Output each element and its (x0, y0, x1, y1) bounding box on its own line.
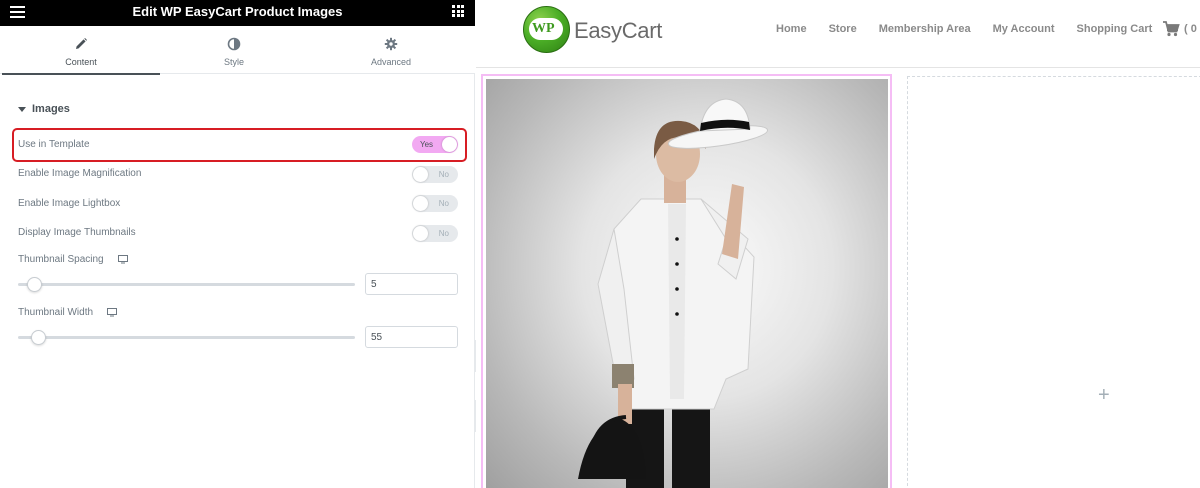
thumbnail-width-input[interactable] (365, 326, 458, 348)
cart-icon[interactable] (1162, 20, 1180, 38)
use-in-template-label: Use in Template (18, 139, 90, 150)
app: Edit WP EasyCart Product Images Content … (0, 0, 1200, 488)
nav-shopping-cart[interactable]: Shopping Cart (1077, 23, 1153, 35)
nav-store[interactable]: Store (829, 23, 857, 35)
pencil-icon (76, 38, 87, 49)
thumbnail-spacing-input[interactable] (365, 273, 458, 295)
thumbnails-toggle[interactable]: No (412, 225, 458, 242)
gear-icon (384, 37, 398, 51)
thumbnail-width-label: Thumbnail Width (18, 307, 94, 318)
thumbnail-spacing-handle[interactable] (27, 277, 42, 292)
thumbnails-label: Display Image Thumbnails (18, 227, 136, 238)
menu-icon[interactable] (10, 5, 26, 19)
logo-text: EasyCart (574, 18, 663, 43)
magnification-toggle[interactable]: No (412, 166, 458, 183)
panel-tabs: Content Style Advanced (0, 26, 475, 75)
site-logo[interactable]: WP EasyCart (523, 6, 663, 56)
tab-style[interactable]: Style (155, 26, 313, 74)
toggle-text: No (438, 199, 449, 208)
editor-panel: Edit WP EasyCart Product Images Content … (0, 0, 475, 488)
plus-icon[interactable]: + (1098, 385, 1110, 405)
empty-column: + (907, 76, 1200, 488)
widgets-grid-icon[interactable] (452, 5, 464, 17)
product-image-widget[interactable] (481, 74, 892, 488)
caret-down-icon (18, 106, 26, 112)
toggle-knob (413, 196, 428, 211)
tab-content[interactable]: Content (2, 26, 160, 75)
magnification-label: Enable Image Magnification (18, 168, 142, 179)
thumbnail-spacing-slider[interactable] (18, 283, 355, 286)
toggle-knob (413, 226, 428, 241)
lightbox-label: Enable Image Lightbox (18, 198, 121, 209)
desktop-icon[interactable] (107, 308, 117, 317)
panel-header: Edit WP EasyCart Product Images (0, 0, 475, 26)
nav-home[interactable]: Home (776, 23, 807, 35)
cart-count[interactable]: ( 0 (1184, 23, 1197, 35)
toggle-knob (413, 167, 428, 182)
contrast-icon (227, 37, 241, 51)
thumbnail-width-slider[interactable] (18, 336, 355, 339)
product-photo (486, 79, 888, 488)
desktop-icon[interactable] (118, 255, 128, 264)
thumbnail-spacing-label: Thumbnail Spacing (18, 254, 104, 265)
toggle-text: No (438, 170, 449, 179)
site-preview: WP EasyCart Home Store Membership Area M… (476, 0, 1200, 488)
logo-mark: WP (532, 21, 555, 36)
tab-label: Style (223, 57, 244, 67)
site-header: WP EasyCart Home Store Membership Area M… (476, 0, 1200, 68)
tab-label: Advanced (370, 57, 412, 67)
section-title: Images (32, 103, 70, 115)
model-figure (578, 98, 769, 488)
main-nav: Home Store Membership Area My Account Sh… (776, 23, 1174, 35)
thumbnail-width-handle[interactable] (31, 330, 46, 345)
toggle-text: Yes (420, 140, 434, 149)
tab-advanced[interactable]: Advanced (312, 26, 470, 74)
panel-title: Edit WP EasyCart Product Images (132, 4, 343, 19)
toggle-text: No (438, 229, 449, 238)
images-section-toggle[interactable]: Images (18, 102, 70, 116)
nav-my-account[interactable]: My Account (993, 23, 1055, 35)
tab-label: Content (65, 57, 97, 67)
toggle-knob (442, 137, 457, 152)
lightbox-toggle[interactable]: No (412, 195, 458, 212)
nav-membership-area[interactable]: Membership Area (879, 23, 971, 35)
use-in-template-toggle[interactable]: Yes (412, 136, 458, 153)
